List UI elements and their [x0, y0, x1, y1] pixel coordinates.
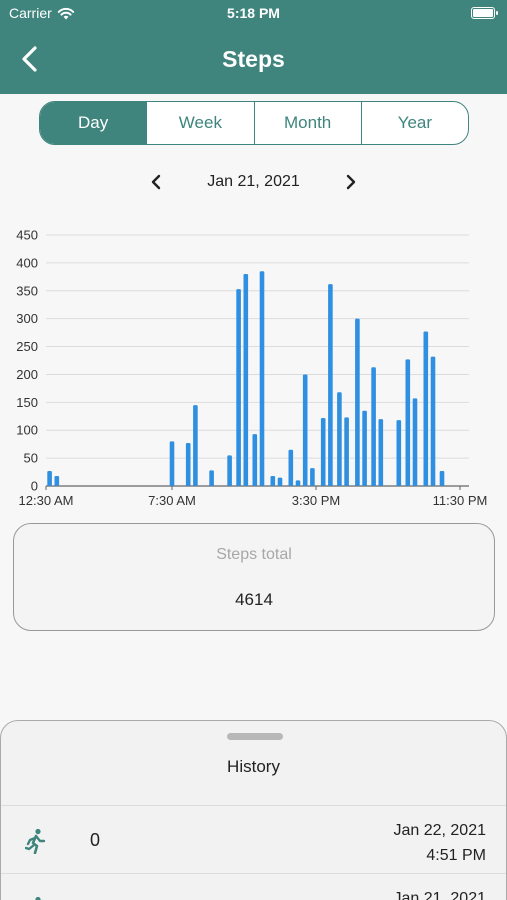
chart-bar — [371, 367, 376, 486]
history-datetime: Jan 21, 2021 — [393, 886, 486, 900]
history-row[interactable]: 0 Jan 22, 2021 4:51 PM — [1, 805, 506, 873]
chart-bars — [47, 271, 445, 486]
tab-month[interactable]: Month — [253, 102, 361, 144]
tab-day[interactable]: Day — [40, 102, 147, 144]
status-time: 5:18 PM — [227, 5, 280, 21]
y-tick-label: 450 — [16, 228, 38, 243]
chart-bar — [243, 274, 249, 486]
x-tick-label: 12:30 AM — [19, 493, 74, 508]
chart-bar — [412, 398, 418, 486]
app-header: Carrier 5:18 PM Steps — [0, 0, 507, 94]
battery-icon — [471, 7, 498, 19]
y-tick-label: 300 — [16, 311, 38, 326]
chart-bar — [227, 455, 232, 486]
steps-total-label: Steps total — [216, 546, 292, 563]
y-tick-label: 100 — [16, 423, 38, 438]
chart-bar — [310, 468, 315, 486]
y-tick-label: 200 — [16, 367, 38, 382]
y-tick-label: 150 — [16, 395, 38, 410]
steps-total-card: Steps total 4614 — [13, 523, 495, 631]
history-title: History — [227, 757, 280, 776]
history-sheet: History 0 Jan 22, 2021 4:51 PM Jan 21, 2… — [0, 720, 507, 900]
current-date: Jan 21, 2021 — [207, 173, 300, 190]
x-tick-label: 3:30 PM — [292, 493, 340, 508]
next-day-button[interactable] — [344, 173, 358, 191]
chart-bar — [277, 477, 283, 486]
y-tick-label: 250 — [16, 339, 38, 354]
chart-bar — [54, 475, 60, 486]
chart-bar — [302, 374, 308, 486]
y-tick-label: 50 — [24, 451, 38, 466]
history-datetime: Jan 22, 2021 4:51 PM — [393, 818, 486, 868]
history-date: Jan 21, 2021 — [393, 890, 486, 900]
sheet-drag-handle[interactable] — [227, 733, 283, 740]
chart-bar — [405, 359, 411, 486]
date-navigator: Jan 21, 2021 — [0, 170, 507, 194]
chart-bar — [169, 441, 175, 486]
chart-bar — [259, 271, 265, 486]
chart-bar — [396, 420, 402, 486]
chart-bar — [328, 284, 333, 486]
period-segmented-control: Day Week Month Year — [39, 101, 469, 145]
history-row[interactable]: Jan 21, 2021 — [1, 873, 506, 900]
y-tick-label: 400 — [16, 255, 38, 270]
tab-year[interactable]: Year — [360, 102, 468, 144]
chart-bar — [295, 480, 301, 486]
chart-bar — [193, 405, 198, 486]
chart-bar — [236, 289, 241, 486]
x-tick-label: 11:30 PM — [433, 493, 488, 508]
chart-bar — [270, 475, 276, 486]
x-tick-label: 7:30 AM — [148, 493, 196, 508]
chart-bar — [362, 410, 367, 486]
chart-bar — [378, 419, 384, 486]
chart-bar — [355, 318, 360, 486]
chart-bar — [337, 392, 342, 486]
chart-x-axis: 12:30 AM 7:30 AM 3:30 PM 11:30 PM — [19, 485, 488, 508]
chart-bar — [252, 434, 258, 486]
y-tick-label: 0 — [31, 479, 38, 494]
chart-bar — [209, 470, 214, 486]
history-time: 4:51 PM — [426, 847, 486, 864]
steps-bar-chart: 0 50 100 150 200 250 300 350 400 450 12:30 AM 7:30… — [16, 228, 488, 509]
chart-bar — [344, 417, 349, 486]
history-steps: 0 — [90, 830, 101, 850]
y-tick-label: 350 — [16, 283, 38, 298]
tab-week[interactable]: Week — [146, 102, 253, 144]
chart-bar — [185, 443, 191, 486]
chart-bar — [423, 331, 429, 486]
chart-bar — [439, 470, 445, 486]
chart-bar — [430, 356, 436, 486]
chart-bar — [288, 449, 294, 486]
chart-bar — [320, 417, 326, 486]
chart-bar — [47, 470, 52, 486]
chart-y-axis: 0 50 100 150 200 250 300 350 400 450 — [16, 228, 38, 494]
history-date: Jan 22, 2021 — [393, 822, 486, 839]
walking-icon — [35, 896, 41, 900]
walking-icon — [25, 828, 46, 854]
steps-total-value: 4614 — [235, 590, 273, 609]
page-title: Steps — [222, 46, 285, 72]
